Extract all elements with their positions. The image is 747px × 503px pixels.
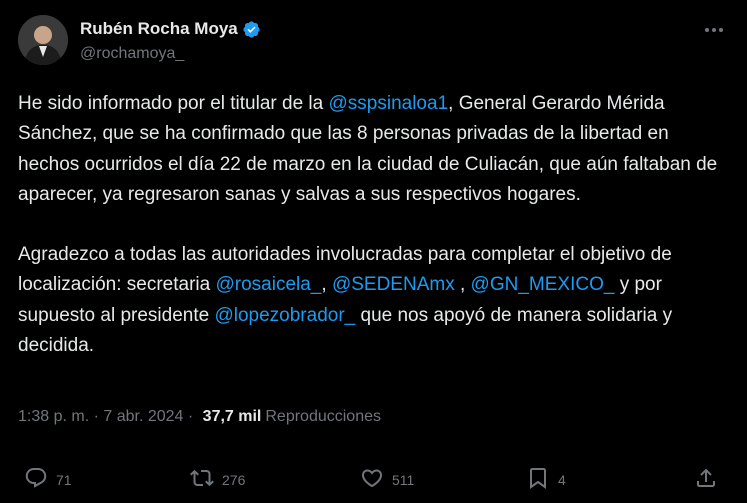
tweet-paragraph-1: He sido informado por el titular de la @… [18,89,733,210]
bookmark-count: 4 [558,471,566,488]
avatar[interactable] [18,15,68,65]
retweet-icon [190,466,214,493]
tweet-date[interactable]: 7 abr. 2024 [103,408,183,426]
mention-lopezobrador[interactable]: @lopezobrador_ [214,305,355,326]
tweet-text: He sido informado por el titular de la @… [18,89,733,361]
mention-gn-mexico[interactable]: @GN_MEXICO_ [471,274,615,295]
text-segment: , [321,274,332,296]
share-icon [694,466,718,493]
mention-rosaicela[interactable]: @rosaicela_ [215,274,321,295]
text-segment: , [454,274,471,296]
author-name[interactable]: Rubén Rocha Moya [80,19,238,39]
author-handle[interactable]: @rochamoya_ [80,45,184,63]
like-button[interactable]: 511 [360,466,414,493]
meta-separator: · [183,408,198,425]
mention-sedenamx[interactable]: @SEDENAmx [332,274,455,295]
reply-icon [24,466,48,493]
tweet-paragraph-2: Agradezco a todas las autoridades involu… [18,240,733,361]
views-count: 37,7 mil [202,408,262,425]
meta-separator: · [89,408,104,425]
retweet-button[interactable]: 276 [190,466,245,493]
mention-sspsinaloa1[interactable]: @sspsinaloa1 [329,93,449,114]
tweet-time[interactable]: 1:38 p. m. [18,408,89,426]
action-bar: 71 276 511 4 [0,466,747,496]
like-icon [360,466,384,493]
verified-badge-icon [242,20,261,39]
tweet-meta: 1:38 p. m. · 7 abr. 2024 · 37,7 mil Repr… [18,408,381,426]
more-icon[interactable] [703,22,725,38]
bookmark-button[interactable]: 4 [526,466,566,493]
bookmark-icon [526,466,550,493]
text-segment: He sido informado por el titular de la [18,93,329,114]
tweet: Rubén Rocha Moya @rochamoya_ He sido inf… [0,0,747,503]
author-name-row: Rubén Rocha Moya [80,19,261,39]
reply-count: 71 [56,471,72,488]
reply-button[interactable]: 71 [24,466,72,493]
views-label: Reproducciones [265,408,381,425]
like-count: 511 [392,471,415,488]
retweet-count: 276 [222,471,246,488]
share-button[interactable] [694,466,718,493]
